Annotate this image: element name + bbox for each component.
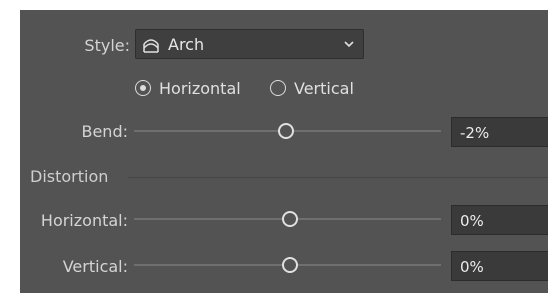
distortion-section-title: Distortion: [30, 167, 109, 186]
bend-value-field[interactable]: -2%: [451, 117, 548, 147]
horizontal-radio-label: Horizontal: [159, 79, 241, 98]
slider-thumb[interactable]: [278, 123, 295, 139]
horizontal-distortion-value-field[interactable]: 0%: [451, 205, 548, 235]
style-label: Style:: [84, 36, 130, 55]
style-dropdown[interactable]: Arch: [135, 29, 364, 59]
horizontal-distortion-slider[interactable]: [134, 209, 441, 229]
arch-warp-icon: [143, 39, 159, 53]
slider-thumb[interactable]: [281, 257, 298, 273]
vertical-distortion-label: Vertical:: [62, 257, 128, 276]
chevron-down-icon: [344, 41, 354, 48]
vertical-distortion-value-field[interactable]: 0%: [451, 251, 548, 281]
vertical-radio-label: Vertical: [294, 79, 354, 98]
slider-thumb[interactable]: [281, 211, 298, 227]
bend-slider[interactable]: [134, 121, 441, 141]
horizontal-distortion-label: Horizontal:: [40, 211, 128, 230]
warp-options-panel: Style: Arch Horizontal Vertical Bend: -2…: [20, 10, 548, 293]
radio-unselected-icon: [270, 80, 286, 96]
style-dropdown-value: Arch: [168, 35, 205, 54]
bend-label: Bend:: [81, 122, 128, 141]
radio-selected-icon: [135, 80, 151, 96]
vertical-distortion-slider[interactable]: [134, 255, 441, 275]
section-divider: [128, 177, 548, 178]
